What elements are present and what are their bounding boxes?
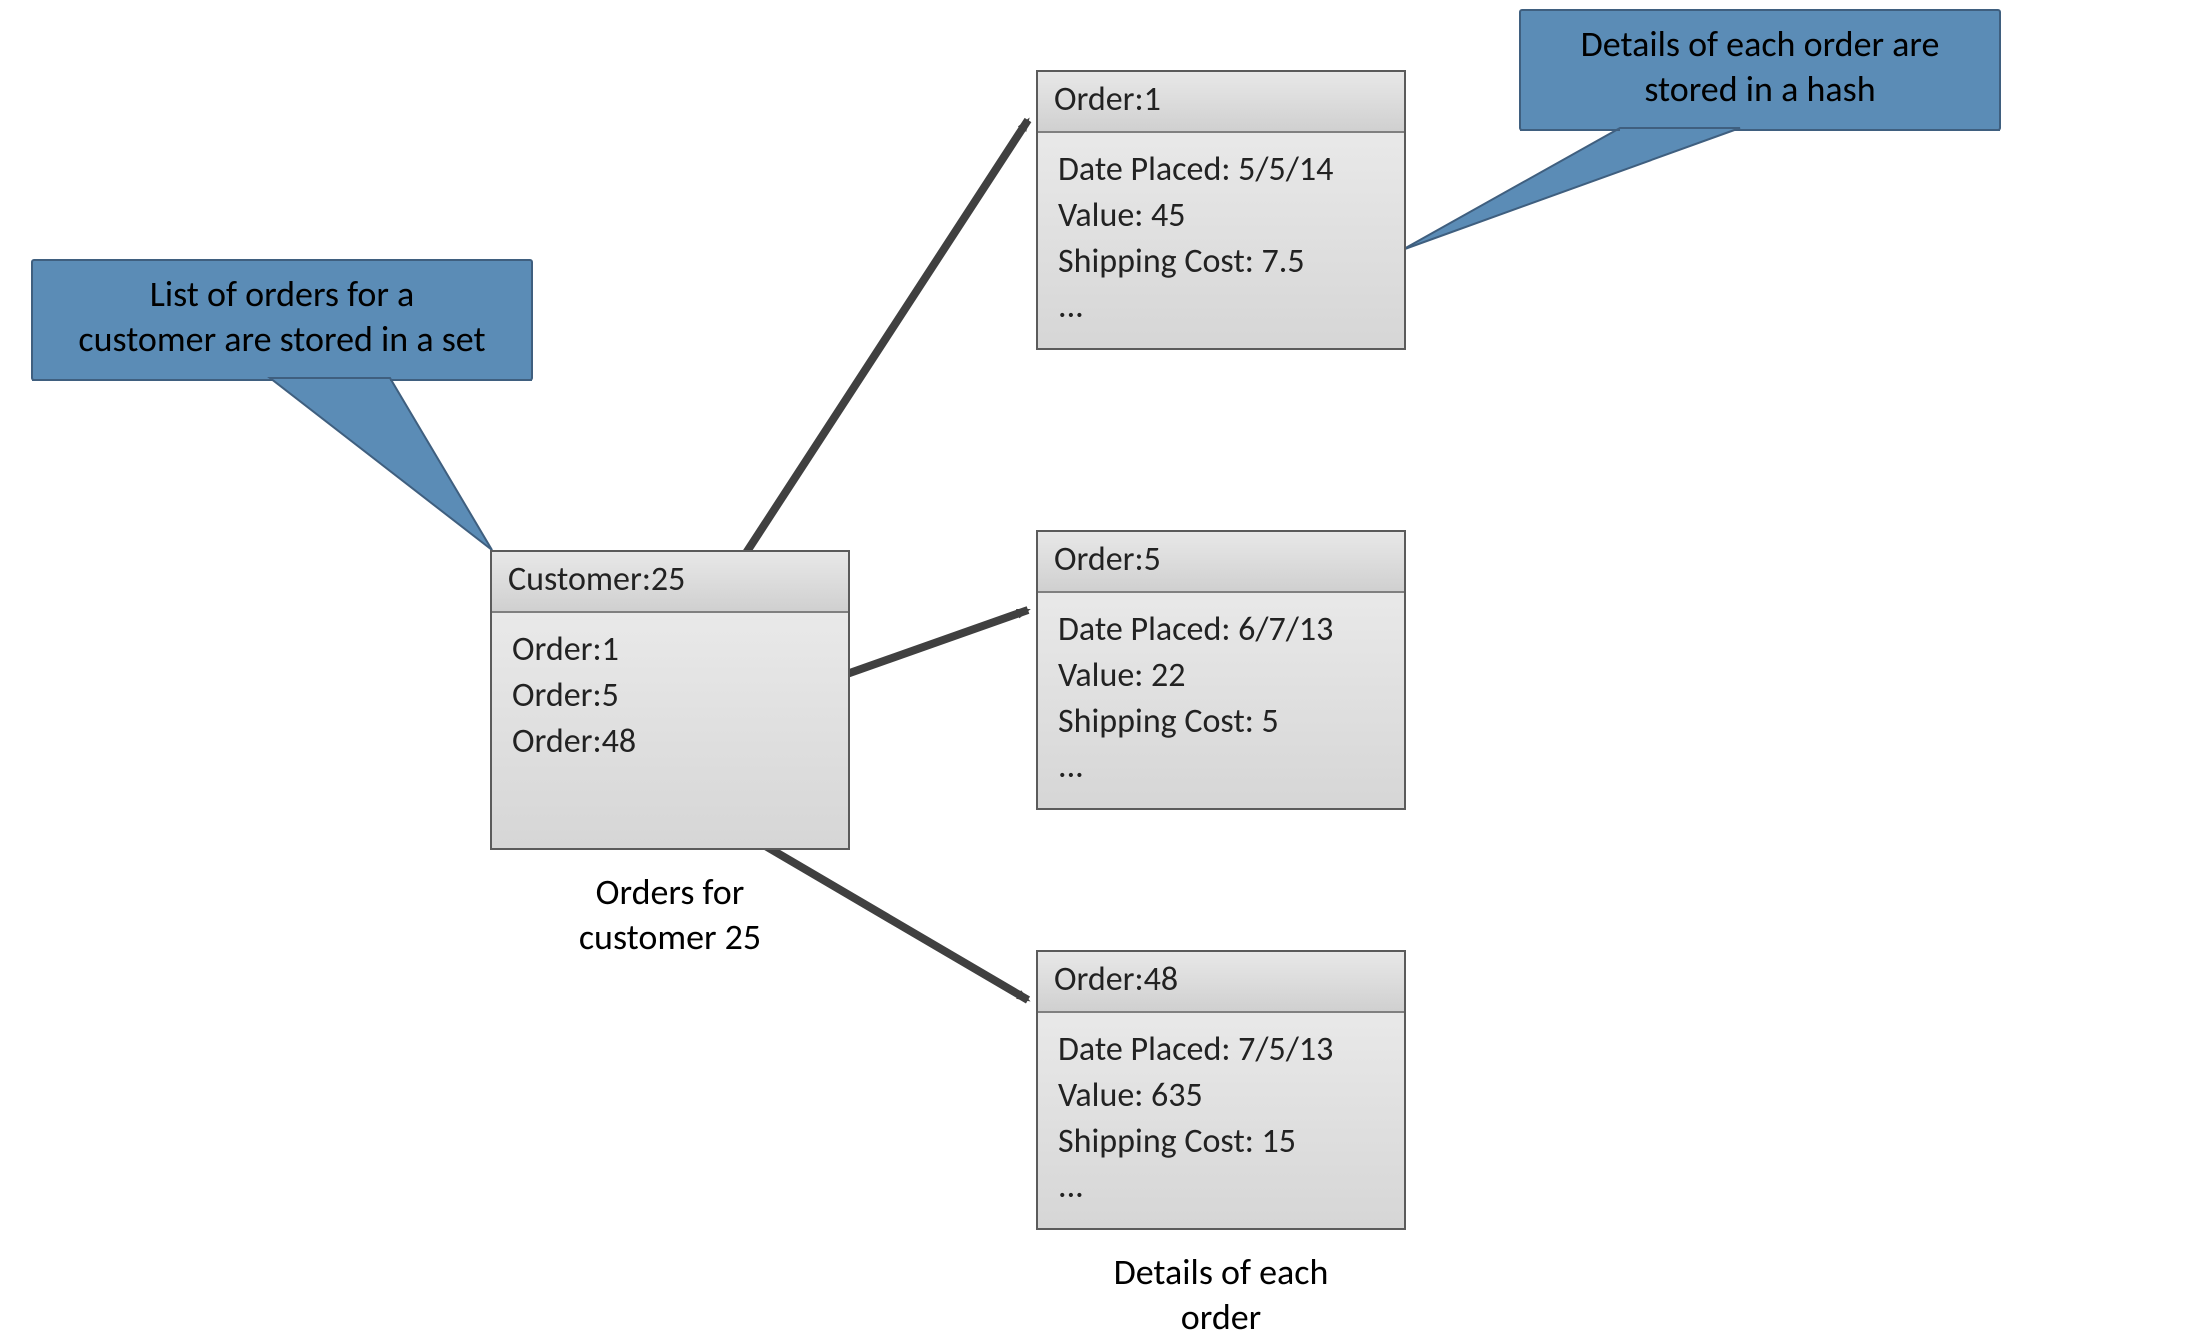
order-body: Date Placed: 6/7/13 Value: 22 Shipping C… bbox=[1038, 593, 1404, 805]
order-line: Date Placed: 7/5/13 bbox=[1058, 1027, 1384, 1073]
order-line: Value: 635 bbox=[1058, 1073, 1384, 1119]
order-line: Value: 22 bbox=[1058, 653, 1384, 699]
customer-caption-line2: customer 25 bbox=[579, 915, 761, 959]
order-header: Order:5 bbox=[1038, 532, 1404, 593]
callout-right-line2: stored in a hash bbox=[1644, 67, 1875, 111]
order-box-1: Order:1 Date Placed: 5/5/14 Value: 45 Sh… bbox=[1036, 70, 1406, 350]
order-body: Date Placed: 5/5/14 Value: 45 Shipping C… bbox=[1038, 133, 1404, 345]
order-line: Shipping Cost: 7.5 bbox=[1058, 239, 1384, 285]
callout-left-text: List of orders for a customer are stored… bbox=[32, 272, 532, 362]
customer-set-box: Customer:25 Order:1 Order:5 Order:48 bbox=[490, 550, 850, 850]
callout-right-text: Details of each order are stored in a ha… bbox=[1520, 22, 2000, 112]
customer-set-header: Customer:25 bbox=[492, 552, 848, 613]
callout-right-line1: Details of each order are bbox=[1581, 22, 1940, 66]
orders-caption-line2: order bbox=[1181, 1295, 1261, 1339]
orders-caption-line1: Details of each bbox=[1114, 1250, 1329, 1294]
orders-caption: Details of each order bbox=[1036, 1250, 1406, 1340]
diagram-canvas: List of orders for a customer are stored… bbox=[0, 0, 2193, 1344]
order-line: Shipping Cost: 5 bbox=[1058, 699, 1384, 745]
order-box-5: Order:5 Date Placed: 6/7/13 Value: 22 Sh… bbox=[1036, 530, 1406, 810]
order-line: ... bbox=[1058, 744, 1384, 790]
set-item: Order:5 bbox=[512, 673, 828, 719]
order-line: Date Placed: 6/7/13 bbox=[1058, 607, 1384, 653]
order-header: Order:1 bbox=[1038, 72, 1404, 133]
callout-left-line1: List of orders for a bbox=[150, 272, 415, 316]
order-line: ... bbox=[1058, 1164, 1384, 1210]
set-item: Order:48 bbox=[512, 719, 828, 765]
customer-set-body: Order:1 Order:5 Order:48 bbox=[492, 613, 848, 779]
order-header: Order:48 bbox=[1038, 952, 1404, 1013]
callout-left-line2: customer are stored in a set bbox=[78, 317, 485, 361]
set-item: Order:1 bbox=[512, 627, 828, 673]
customer-set-caption: Orders for customer 25 bbox=[490, 870, 850, 960]
customer-caption-line1: Orders for bbox=[596, 870, 745, 914]
order-line: Shipping Cost: 15 bbox=[1058, 1119, 1384, 1165]
order-body: Date Placed: 7/5/13 Value: 635 Shipping … bbox=[1038, 1013, 1404, 1225]
order-line: Date Placed: 5/5/14 bbox=[1058, 147, 1384, 193]
order-line: Value: 45 bbox=[1058, 193, 1384, 239]
order-box-48: Order:48 Date Placed: 7/5/13 Value: 635 … bbox=[1036, 950, 1406, 1230]
order-line: ... bbox=[1058, 284, 1384, 330]
